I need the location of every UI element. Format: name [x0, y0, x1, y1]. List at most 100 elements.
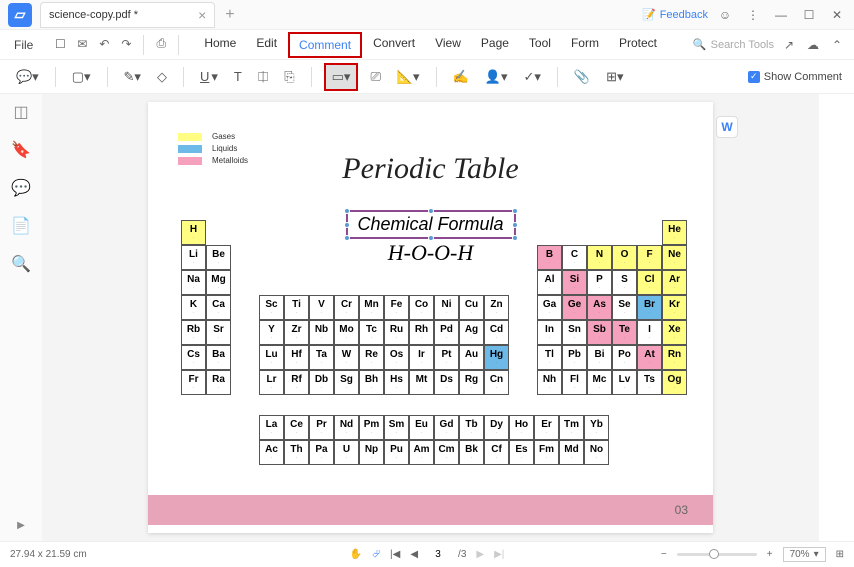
attachment-tool[interactable]: 📎 — [570, 67, 594, 87]
menu-convert[interactable]: Convert — [364, 32, 424, 58]
more-icon[interactable]: ⋮ — [742, 4, 764, 26]
menu-edit[interactable]: Edit — [247, 32, 286, 58]
comments-icon[interactable]: 💬 — [11, 178, 31, 198]
textbox-tool[interactable]: ⎅ — [254, 67, 272, 87]
cloud-icon[interactable]: ☁ — [804, 36, 822, 54]
element-C: C· — [562, 245, 587, 270]
element-Ta: Ta· — [309, 345, 334, 370]
thumbnails-icon[interactable]: ◫ — [13, 102, 28, 122]
underline-tool[interactable]: U▾ — [196, 67, 222, 87]
element-P: P· — [587, 270, 612, 295]
element-Lv: Lv· — [612, 370, 637, 395]
print-icon[interactable]: ⎙ — [152, 35, 170, 53]
annotation-textbox[interactable]: Chemical Formula — [345, 210, 515, 239]
element-Gd: Gd· — [434, 415, 459, 440]
feedback-button[interactable]: 📝 Feedback — [642, 8, 708, 21]
menu-protect[interactable]: Protect — [610, 32, 666, 58]
zoom-out-button[interactable]: − — [661, 549, 667, 560]
show-comment-toggle[interactable]: ✓ Show Comment — [748, 71, 842, 83]
element-Ag: Ag· — [459, 320, 484, 345]
element-Sm: Sm· — [384, 415, 409, 440]
element-Cs: Cs· — [181, 345, 206, 370]
file-menu[interactable]: File — [8, 36, 39, 54]
element-Ho: Ho· — [509, 415, 534, 440]
menu-tool[interactable]: Tool — [520, 32, 560, 58]
highlight-tool[interactable]: ▢▾ — [68, 67, 95, 87]
menu-page[interactable]: Page — [472, 32, 518, 58]
tab-close-icon[interactable]: × — [198, 7, 206, 23]
approve-tool[interactable]: ✓▾ — [519, 67, 544, 87]
menu-comment[interactable]: Comment — [288, 32, 362, 58]
element-Ne: Ne· — [662, 245, 687, 270]
element-Tl: Tl· — [537, 345, 562, 370]
close-button[interactable]: ✕ — [826, 4, 848, 26]
element-Fl: Fl· — [562, 370, 587, 395]
element-Dy: Dy· — [484, 415, 509, 440]
last-page-button[interactable]: ▶| — [494, 549, 504, 560]
stamp-tool[interactable]: ⎚ — [366, 67, 384, 87]
eraser-tool[interactable]: ◇ — [153, 67, 171, 87]
element-Na: Na· — [181, 270, 206, 295]
zoom-slider[interactable] — [677, 553, 757, 556]
hand-tool-icon[interactable]: ✋ — [350, 549, 362, 560]
first-page-button[interactable]: |◀ — [390, 549, 400, 560]
share-icon[interactable]: ↗ — [780, 36, 798, 54]
measure-tool[interactable]: 📐▾ — [393, 67, 424, 87]
pencil-tool[interactable]: ✎▾ — [120, 67, 145, 87]
element-Rn: Rn· — [662, 345, 687, 370]
user-icon[interactable]: ☺ — [714, 4, 736, 26]
menu-home[interactable]: Home — [195, 32, 245, 58]
element-Mc: Mc· — [587, 370, 612, 395]
document-canvas[interactable]: W Gases Liquids Metalloids Periodic Tabl… — [42, 94, 819, 541]
element-Lr: Lr· — [259, 370, 284, 395]
element-S: S· — [612, 270, 637, 295]
element-U: U· — [334, 440, 359, 465]
element-Ga: Ga· — [537, 295, 562, 320]
maximize-button[interactable]: ☐ — [798, 4, 820, 26]
left-sidebar: ◫ 🔖 💬 📄 🔍 ▶ — [0, 94, 42, 541]
attachments-icon[interactable]: 📄 — [11, 216, 31, 236]
document-tab[interactable]: science-copy.pdf * × — [40, 2, 215, 28]
checkbox-icon: ✓ — [748, 71, 760, 83]
search-tools[interactable]: 🔍 Search Tools — [693, 38, 774, 51]
periodic-right: He·B·C·N·O·F·Ne·Al·Si·P·S·Cl·Ar·Ga·Ge·As… — [537, 220, 687, 395]
zoom-in-button[interactable]: + — [767, 549, 773, 560]
element-Md: Md· — [559, 440, 584, 465]
expand-sidebar-icon[interactable]: ▶ — [17, 520, 25, 531]
element-Fm: Fm· — [534, 440, 559, 465]
search-panel-icon[interactable]: 🔍 — [11, 254, 31, 274]
callout-tool[interactable]: ⎘ — [280, 67, 298, 87]
shape-tool[interactable]: ▭▾ — [324, 63, 359, 91]
note-tool[interactable]: 💬▾ — [12, 67, 43, 87]
stamp2-tool[interactable]: 👤▾ — [481, 67, 512, 87]
element-Pd: Pd· — [434, 320, 459, 345]
mail-icon[interactable]: ✉ — [73, 35, 91, 53]
save-icon[interactable]: ☐ — [51, 35, 69, 53]
fit-page-icon[interactable]: ⊞ — [836, 549, 844, 560]
element-Db: Db· — [309, 370, 334, 395]
tab-add-button[interactable]: + — [225, 6, 234, 24]
prev-page-button[interactable]: ◀ — [410, 549, 418, 560]
undo-icon[interactable]: ↶ — [95, 35, 113, 53]
element-Fe: Fe· — [384, 295, 409, 320]
redo-icon[interactable]: ↷ — [117, 35, 135, 53]
menu-form[interactable]: Form — [562, 32, 608, 58]
element-Ds: Ds· — [434, 370, 459, 395]
signature-tool[interactable]: ✍ — [449, 67, 473, 87]
bookmarks-icon[interactable]: 🔖 — [11, 140, 31, 160]
element-Hs: Hs· — [384, 370, 409, 395]
collapse-icon[interactable]: ⌃ — [828, 36, 846, 54]
next-page-button[interactable]: ▶ — [476, 549, 484, 560]
menu-view[interactable]: View — [426, 32, 470, 58]
page-total: /3 — [458, 549, 466, 560]
element-Te: Te· — [612, 320, 637, 345]
zoom-select[interactable]: 70%▾ — [783, 547, 826, 562]
word-export-badge[interactable]: W — [716, 116, 738, 138]
text-tool[interactable]: T — [230, 67, 246, 86]
select-tool-icon[interactable]: ⮰ — [372, 549, 380, 560]
minimize-button[interactable]: — — [770, 4, 792, 26]
options-tool[interactable]: ⊞▾ — [602, 67, 627, 87]
page-input[interactable] — [428, 549, 448, 560]
element-F: F· — [637, 245, 662, 270]
element-Es: Es· — [509, 440, 534, 465]
